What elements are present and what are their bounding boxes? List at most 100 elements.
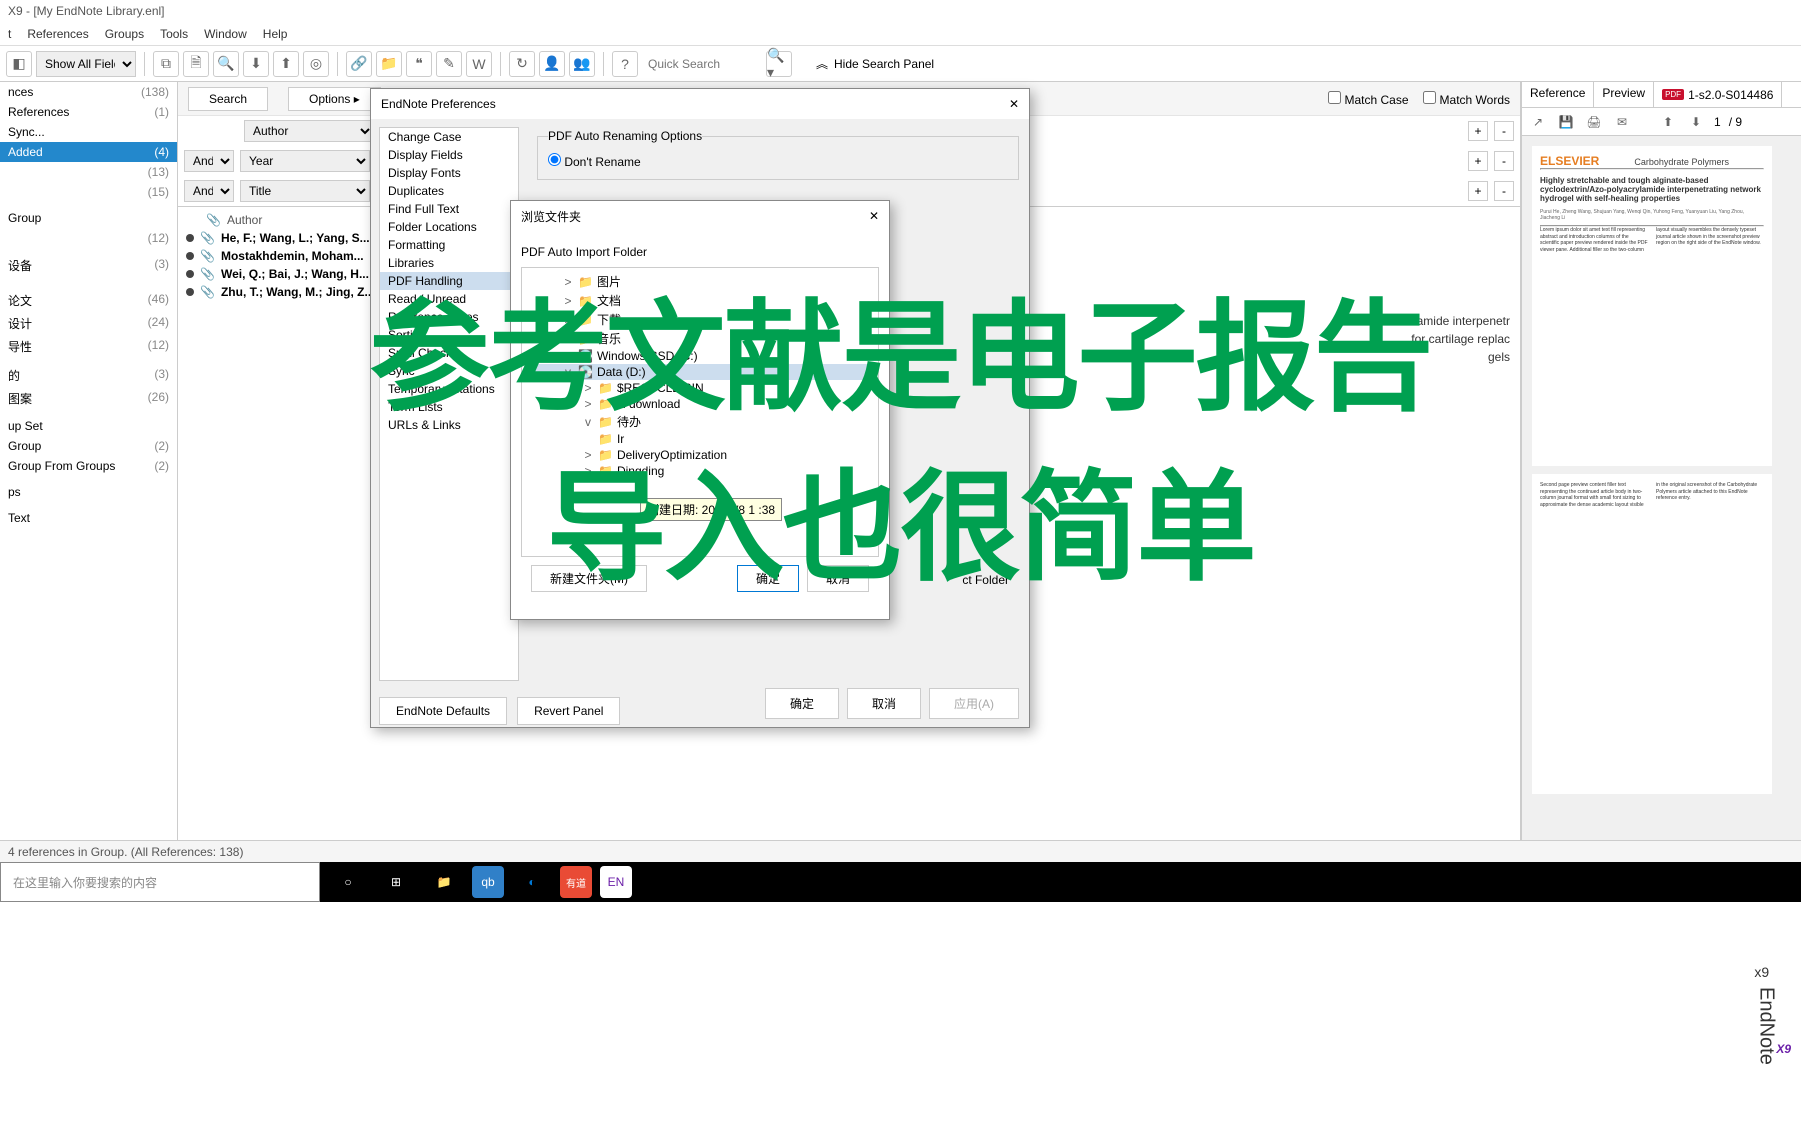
word-icon[interactable]: W <box>466 51 492 77</box>
add-row-button[interactable]: + <box>1468 181 1488 201</box>
ok-button[interactable]: 确定 <box>737 565 799 592</box>
prefs-item[interactable]: Display Fonts <box>380 164 518 182</box>
close-icon[interactable]: ✕ <box>1009 97 1019 111</box>
sidebar-item[interactable]: (12) <box>0 228 177 248</box>
sidebar-item[interactable]: ps <box>0 482 177 502</box>
youdao-icon[interactable]: 有道 <box>560 866 592 898</box>
sidebar-item[interactable]: 设备(3) <box>0 254 177 277</box>
sync-icon[interactable]: ↻ <box>509 51 535 77</box>
prefs-item[interactable]: Display Fields <box>380 146 518 164</box>
mode-button[interactable]: ◧ <box>6 51 32 77</box>
copy-icon[interactable]: ⧉ <box>153 51 179 77</box>
pdf-viewer[interactable]: ELSEVIER Carbohydrate Polymers Highly st… <box>1522 136 1801 840</box>
prefs-item[interactable]: URLs & Links <box>380 416 518 434</box>
taskview-icon[interactable]: ⊞ <box>376 866 416 898</box>
match-words-check[interactable]: Match Words <box>1423 91 1510 107</box>
menu-edit[interactable]: t <box>8 22 11 45</box>
sidebar-item[interactable]: 图案(26) <box>0 387 177 410</box>
menu-groups[interactable]: Groups <box>105 22 144 45</box>
sidebar-item[interactable]: nces(138) <box>0 82 177 102</box>
tree-node[interactable]: >📁图片 <box>526 272 874 291</box>
tab-reference[interactable]: Reference <box>1522 82 1594 107</box>
menu-window[interactable]: Window <box>204 22 247 45</box>
close-icon[interactable]: ✕ <box>869 209 879 223</box>
sidebar-item[interactable]: Group(2) <box>0 436 177 456</box>
menu-help[interactable]: Help <box>263 22 288 45</box>
sidebar-item[interactable]: Group From Groups(2) <box>0 456 177 476</box>
tree-node[interactable]: v💽Data (D:) <box>526 364 874 380</box>
quick-search-input[interactable] <box>642 52 762 76</box>
field-select[interactable]: Author <box>244 120 374 142</box>
app-icon[interactable]: qb <box>472 866 504 898</box>
sidebar-item[interactable]: Added(4) <box>0 142 177 162</box>
sidebar-item[interactable]: (13) <box>0 162 177 182</box>
revert-button[interactable]: Revert Panel <box>517 697 620 725</box>
tree-node[interactable]: >💽Windows-SSD (C:) <box>526 348 874 364</box>
search-button[interactable]: Search <box>188 87 268 111</box>
sidebar-item[interactable]: 论文(46) <box>0 289 177 312</box>
prefs-item[interactable]: Reference Types <box>380 308 518 326</box>
prefs-item[interactable]: Spell Check <box>380 344 518 362</box>
tree-node[interactable]: >📁文档 <box>526 291 874 310</box>
export-icon[interactable]: ⬆ <box>273 51 299 77</box>
chart-icon[interactable]: ◎ <box>303 51 329 77</box>
match-case-check[interactable]: Match Case <box>1328 91 1408 107</box>
search-online-icon[interactable]: 🔍 <box>213 51 239 77</box>
help-icon[interactable]: ? <box>612 51 638 77</box>
prefs-item[interactable]: Find Full Text <box>380 200 518 218</box>
prev-page-icon[interactable]: ⬆ <box>1658 112 1678 132</box>
tree-node[interactable]: >📁DeliveryOptimization <box>526 447 874 463</box>
prefs-item[interactable]: Change Case <box>380 128 518 146</box>
file-icon[interactable]: 🗎 <box>183 51 209 77</box>
add-row-button[interactable]: + <box>1468 121 1488 141</box>
field-select[interactable]: Year <box>240 150 370 172</box>
dont-rename-radio[interactable]: Don't Rename <box>548 155 641 169</box>
tree-node[interactable]: 📁Ir <box>526 431 874 447</box>
tree-node[interactable]: >📁音乐 <box>526 329 874 348</box>
new-folder-button[interactable]: 新建文件夹(M) <box>531 565 647 592</box>
sidebar-item[interactable]: Group <box>0 208 177 228</box>
remove-row-button[interactable]: - <box>1494 151 1514 171</box>
format-icon[interactable]: ✎ <box>436 51 462 77</box>
print-icon[interactable]: 🖨 <box>1584 112 1604 132</box>
sidebar-item[interactable]: up Set <box>0 416 177 436</box>
email-icon[interactable]: ✉ <box>1612 112 1632 132</box>
defaults-button[interactable]: EndNote Defaults <box>379 697 507 725</box>
quote-icon[interactable]: ❝ <box>406 51 432 77</box>
prefs-item[interactable]: Folder Locations <box>380 218 518 236</box>
sidebar-item[interactable]: References(1) <box>0 102 177 122</box>
bool-select[interactable]: And <box>184 150 234 172</box>
prefs-item[interactable]: Libraries <box>380 254 518 272</box>
folder-icon[interactable]: 📁 <box>376 51 402 77</box>
taskbar-search[interactable]: 在这里输入你要搜索的内容 <box>0 862 320 902</box>
save-icon[interactable]: 💾 <box>1556 112 1576 132</box>
prefs-item[interactable]: Term Lists <box>380 398 518 416</box>
field-select[interactable]: Title <box>240 180 370 202</box>
bool-select[interactable]: And <box>184 180 234 202</box>
prefs-item[interactable]: Duplicates <box>380 182 518 200</box>
tree-node[interactable]: >📁下载 <box>526 310 874 329</box>
next-page-icon[interactable]: ⬇ <box>1686 112 1706 132</box>
add-row-button[interactable]: + <box>1468 151 1488 171</box>
share-icon[interactable]: 👤 <box>539 51 565 77</box>
remove-row-button[interactable]: - <box>1494 121 1514 141</box>
apply-button[interactable]: 应用(A) <box>929 688 1019 719</box>
menu-references[interactable]: References <box>27 22 88 45</box>
select-folder-fragment[interactable]: ct Folder <box>962 573 1009 587</box>
sidebar-item[interactable]: Text <box>0 508 177 528</box>
sidebar-item[interactable]: Sync... <box>0 122 177 142</box>
import-icon[interactable]: ⬇ <box>243 51 269 77</box>
prefs-item[interactable]: Sorting <box>380 326 518 344</box>
tree-node[interactable]: >📁$RECYCLE.BIN <box>526 380 874 396</box>
prefs-item[interactable]: PDF Handling <box>380 272 518 290</box>
explorer-icon[interactable]: 📁 <box>424 866 464 898</box>
sidebar-item[interactable]: 导性(12) <box>0 335 177 358</box>
sidebar-item[interactable]: (15) <box>0 182 177 202</box>
endnote-icon[interactable]: EN <box>600 866 632 898</box>
cancel-button[interactable]: 取消 <box>847 688 921 719</box>
hide-search-panel[interactable]: ︽ Hide Search Panel <box>816 55 934 72</box>
sidebar-item[interactable]: 的(3) <box>0 364 177 387</box>
menu-tools[interactable]: Tools <box>160 22 188 45</box>
prefs-item[interactable]: Read / Unread <box>380 290 518 308</box>
tree-node[interactable]: v📁待办 <box>526 412 874 431</box>
